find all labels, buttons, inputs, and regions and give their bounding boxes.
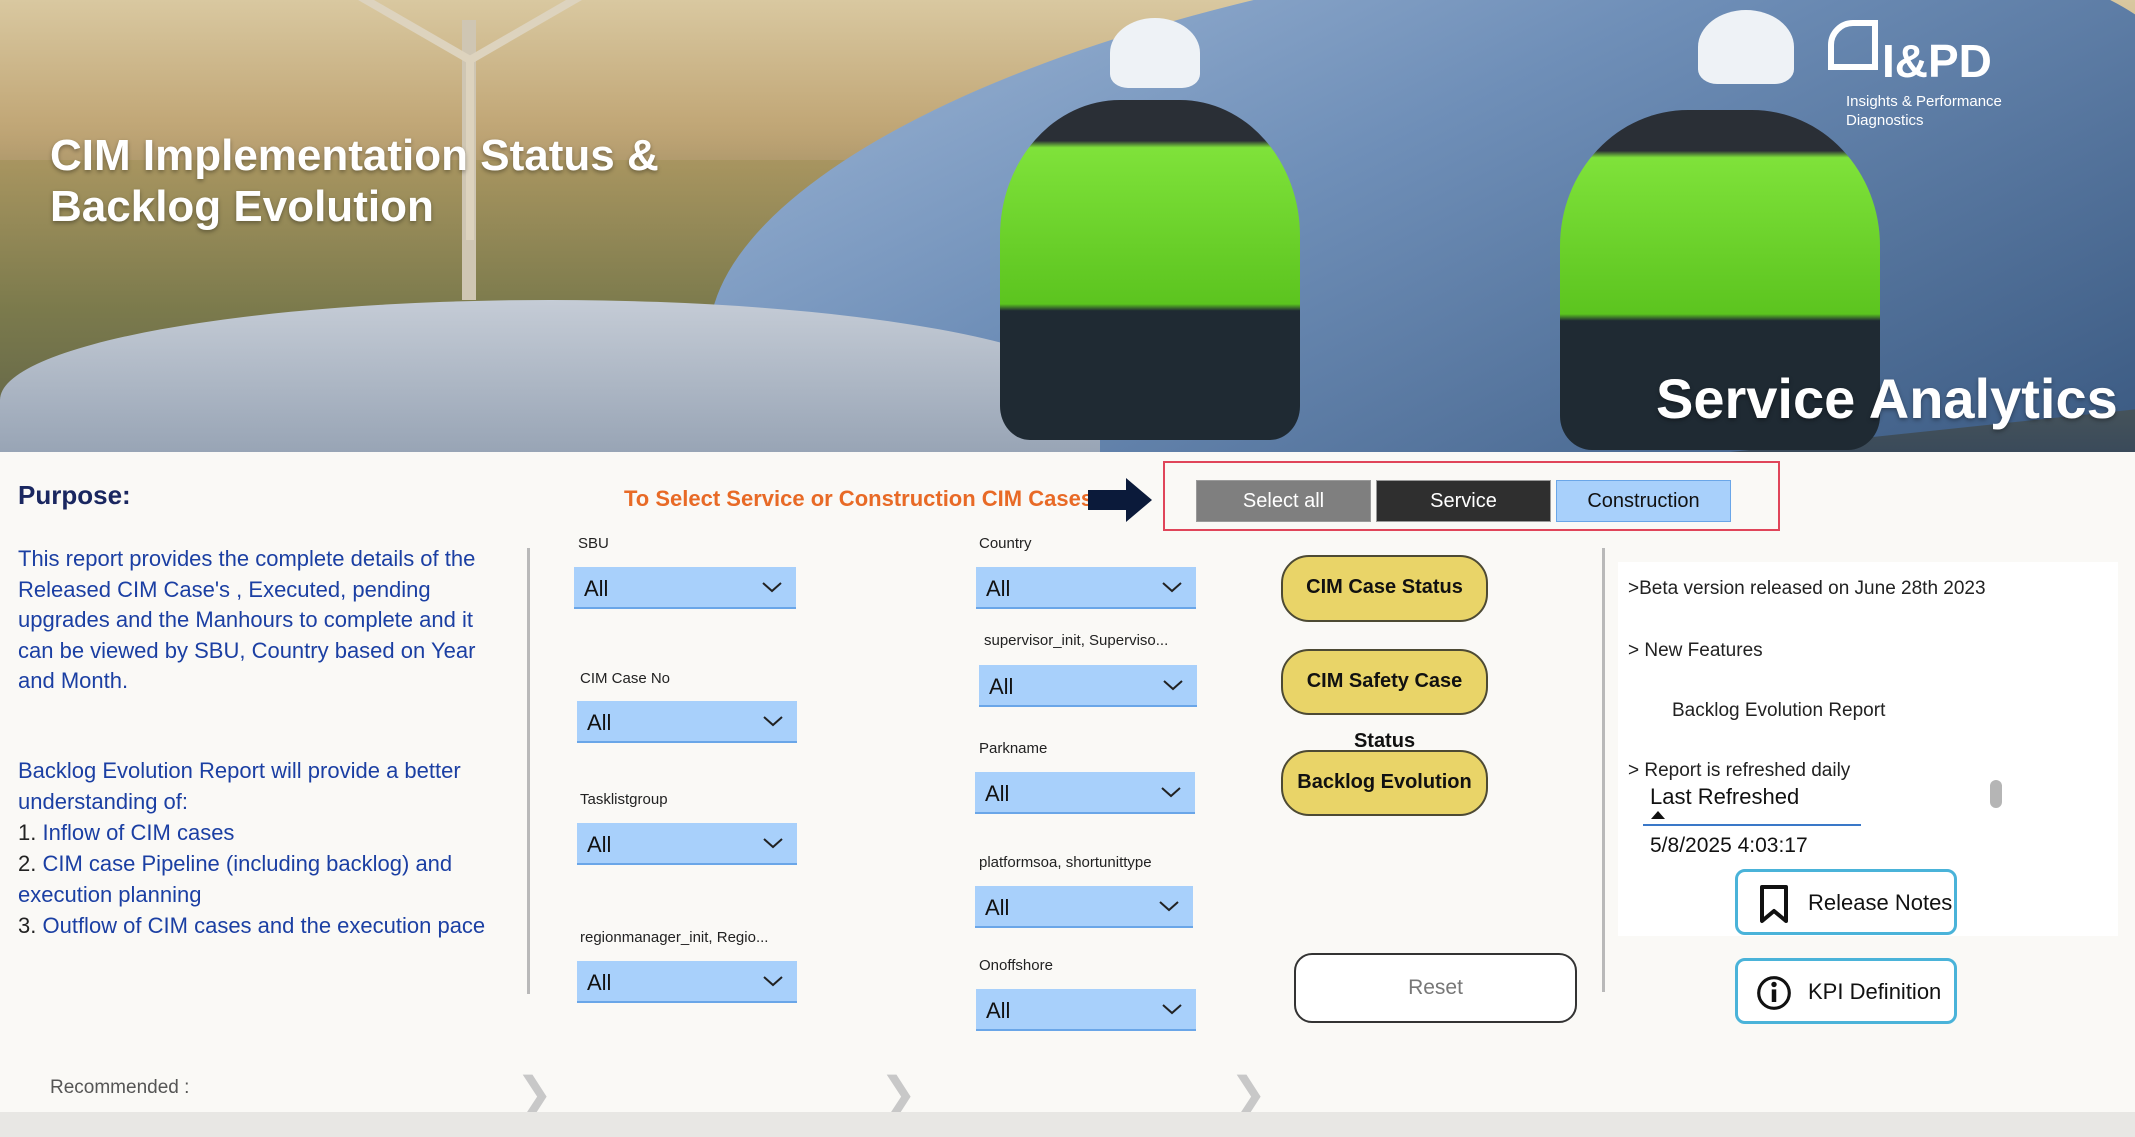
dropdown-value: All: [587, 970, 612, 995]
construction-button[interactable]: Construction: [1556, 480, 1731, 522]
recommended-label: Recommended :: [50, 1077, 190, 1098]
slicer-label: Parkname: [979, 740, 1048, 757]
arrow-right-icon: [1088, 478, 1152, 522]
worker-photo-left: [1000, 100, 1300, 440]
backlog-item-number: 2.: [18, 851, 37, 876]
tasklistgroup-dropdown[interactable]: All: [577, 823, 797, 865]
slicer-country: Country: [979, 535, 1032, 555]
slicer-sbu: SBU: [578, 535, 609, 555]
backlog-item-text: CIM case Pipeline (including backlog) an…: [18, 851, 453, 907]
chevron-down-icon: [1163, 680, 1183, 691]
feature-item: Backlog Evolution Report: [1672, 700, 1886, 721]
chevron-down-icon: [1162, 1004, 1182, 1015]
chevron-down-icon: [1159, 901, 1179, 912]
kpi-definition-button[interactable]: KPI Definition: [1735, 958, 1957, 1024]
page-title: CIM Implementation Status & Backlog Evol…: [50, 130, 659, 232]
dropdown-value: All: [989, 674, 1014, 699]
backlog-item: 2. CIM case Pipeline (including backlog)…: [18, 848, 498, 910]
brand-subtitle-line2: Diagnostics: [1846, 112, 1924, 129]
supervisor-dropdown[interactable]: All: [979, 665, 1197, 707]
slicer-label: supervisor_init, Superviso...: [984, 632, 1169, 649]
release-notes-label: Release Notes: [1808, 890, 1953, 915]
bookmark-icon: [1760, 885, 1788, 923]
backlog-intro: Backlog Evolution Report will provide a …: [18, 758, 461, 814]
sort-up-icon: [1651, 811, 1665, 819]
backlog-item-number: 3.: [18, 913, 37, 938]
select-all-button[interactable]: Select all: [1196, 480, 1371, 522]
slicer-tasklistgroup: Tasklistgroup: [580, 791, 668, 811]
brand-subtitle-line1: Insights & Performance: [1846, 93, 2002, 110]
backlog-item: 3. Outflow of CIM cases and the executio…: [18, 910, 498, 941]
dropdown-value: All: [584, 576, 609, 601]
worker-helmet-right: [1698, 10, 1794, 84]
bottom-bar: [0, 1112, 2135, 1137]
dropdown-value: All: [986, 998, 1011, 1023]
chevron-down-icon: [763, 838, 783, 849]
chevron-down-icon: [762, 582, 782, 593]
last-refreshed-label: Last Refreshed: [1650, 784, 1800, 809]
divider: [1602, 548, 1605, 992]
brand-subtitle: Insights & Performance Diagnostics: [1846, 92, 2002, 130]
slicer-label: SBU: [578, 535, 609, 552]
dropdown-value: All: [985, 895, 1010, 920]
slicer-supervisor: supervisor_init, Superviso...: [984, 632, 1184, 652]
page-title-line1: CIM Implementation Status &: [50, 131, 659, 180]
backlog-description: Backlog Evolution Report will provide a …: [18, 755, 498, 941]
chevron-down-icon: [763, 976, 783, 987]
dropdown-value: All: [986, 576, 1011, 601]
beta-note: >Beta version released on June 28th 2023: [1628, 578, 1986, 599]
country-dropdown[interactable]: All: [976, 567, 1196, 609]
dropdown-value: All: [587, 710, 612, 735]
worker-helmet-left: [1110, 18, 1200, 88]
backlog-item-number: 1.: [18, 820, 37, 845]
hero-banner: CIM Implementation Status & Backlog Evol…: [0, 0, 2135, 452]
refresh-note: > Report is refreshed daily: [1628, 760, 1851, 781]
slicer-platformsoa: platformsoa, shortunittype: [979, 854, 1152, 874]
cim-case-status-button[interactable]: CIM Case Status: [1281, 555, 1488, 622]
page-title-line2: Backlog Evolution: [50, 182, 434, 231]
purpose-text: This report provides the complete detail…: [18, 546, 476, 693]
chevron-down-icon: [1162, 582, 1182, 593]
dropdown-value: All: [985, 781, 1010, 806]
parkname-dropdown[interactable]: All: [975, 772, 1195, 814]
brand-name: I&PD: [1882, 35, 1992, 87]
kpi-definition-label: KPI Definition: [1808, 979, 1942, 1004]
slicer-parkname: Parkname: [979, 740, 1047, 760]
cim-case-no-dropdown[interactable]: All: [577, 701, 797, 743]
cim-safety-case-status-button[interactable]: CIM Safety Case Status: [1281, 649, 1488, 752]
slicer-label: platformsoa, shortunittype: [979, 854, 1152, 871]
release-notes-button[interactable]: Release Notes: [1735, 869, 1957, 935]
slicer-label: CIM Case No: [580, 670, 671, 687]
slicer-regionmanager: regionmanager_init, Regio...: [580, 929, 790, 949]
last-refreshed-underline: [1643, 824, 1861, 826]
slicer-label: regionmanager_init, Regio...: [580, 929, 769, 946]
sbu-dropdown[interactable]: All: [574, 567, 796, 609]
backlog-item-text: Outflow of CIM cases and the execution p…: [42, 913, 486, 938]
backlog-item: 1. Inflow of CIM cases: [18, 817, 498, 848]
last-refreshed-value: 5/8/2025 4:03:17: [1650, 834, 1808, 857]
case-type-hint: To Select Service or Construction CIM Ca…: [624, 486, 1094, 511]
reset-button[interactable]: Reset: [1294, 953, 1577, 1023]
platformsoa-dropdown[interactable]: All: [975, 886, 1193, 928]
slicer-cim-case-no: CIM Case No: [580, 670, 670, 690]
info-icon: [1757, 976, 1791, 1010]
divider: [527, 548, 530, 994]
slicer-label: Country: [979, 535, 1032, 552]
chevron-down-icon: [763, 716, 783, 727]
service-analytics-title: Service Analytics: [1656, 367, 2118, 430]
dropdown-value: All: [587, 832, 612, 857]
purpose-title: Purpose:: [18, 480, 131, 510]
new-features-note: > New Features: [1628, 640, 1763, 661]
backlog-evolution-button[interactable]: Backlog Evolution: [1281, 750, 1488, 816]
slicer-label: Tasklistgroup: [580, 791, 668, 808]
chevron-down-icon: [1161, 787, 1181, 798]
notes-scrollbar[interactable]: [1990, 780, 2002, 808]
backlog-item-text: Inflow of CIM cases: [42, 820, 235, 845]
onoffshore-dropdown[interactable]: All: [976, 989, 1196, 1031]
slicer-onoffshore: Onoffshore: [979, 957, 1053, 977]
slicer-label: Onoffshore: [979, 957, 1053, 974]
service-button[interactable]: Service: [1376, 480, 1551, 522]
brand-logo-icon: [1828, 20, 1878, 70]
regionmanager-dropdown[interactable]: All: [577, 961, 797, 1003]
